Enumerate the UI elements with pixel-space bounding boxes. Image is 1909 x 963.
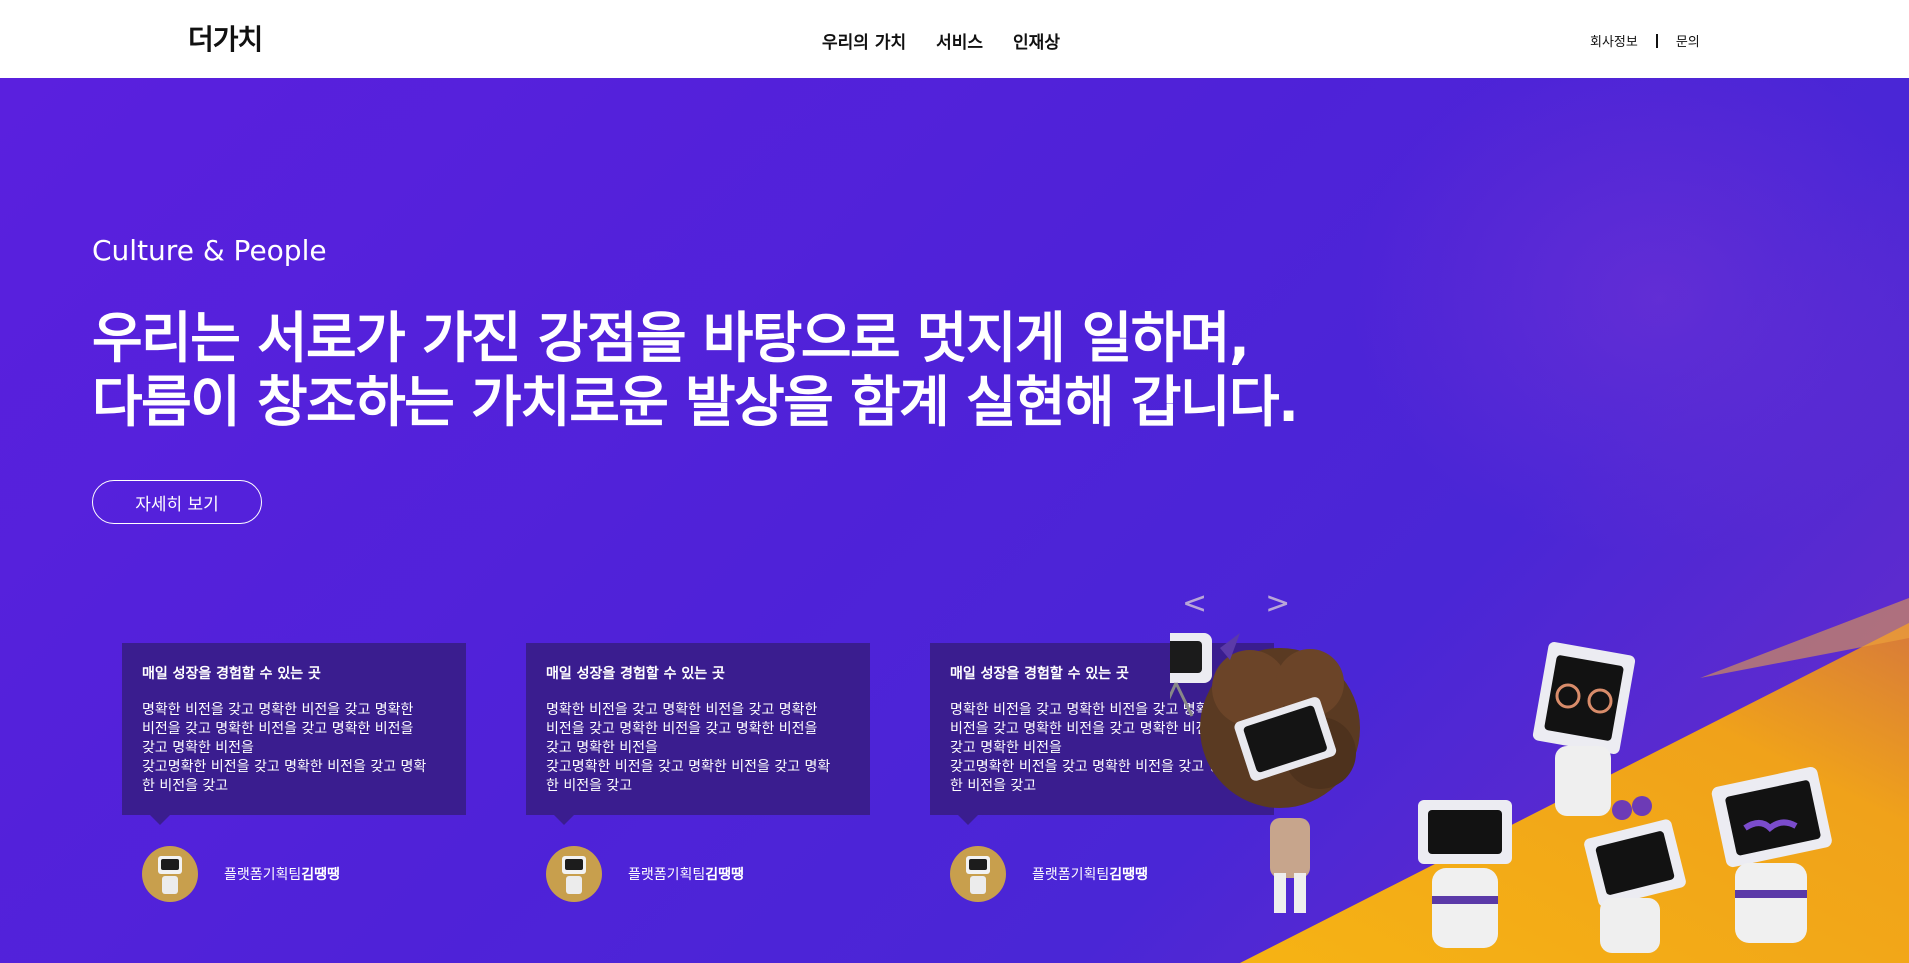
card-line: 비전을 갖고 명확한 비전을 갖고 명확한 비전을 xyxy=(546,721,818,737)
author-team: 플랫폼기획팀 xyxy=(628,867,706,883)
author-person: 김땡땡 xyxy=(1109,867,1148,883)
testimonial-card: 매일 성장을 경험할 수 있는 곳 명확한 비전을 갖고 명확한 비전을 갖고 … xyxy=(122,643,466,825)
card-line: 명확한 비전을 갖고 명확한 비전을 갖고 명확한 xyxy=(142,702,414,718)
nav-item-values[interactable]: 우리의 가치 xyxy=(822,28,906,53)
author-name: 플랫폼기획팀김땡땡 xyxy=(1032,864,1148,884)
contact-link[interactable]: 문의 xyxy=(1676,31,1700,50)
nav-item-talent[interactable]: 인재상 xyxy=(1013,28,1060,53)
headline-line-2: 다름이 창조하는 가치로운 발상을 함계 실현해 갑니다. xyxy=(92,370,1299,434)
author-name: 플랫폼기획팀김땡땡 xyxy=(628,864,744,884)
hero-subtitle: Culture & People xyxy=(92,234,327,267)
author-team: 플랫폼기획팀 xyxy=(1032,867,1110,883)
card-body: 명확한 비전을 갖고 명확한 비전을 갖고 명확한 비전을 갖고 명확한 비전을… xyxy=(546,701,850,796)
robot-avatar-icon xyxy=(950,846,1006,902)
card-author: 플랫폼기획팀김땡땡 xyxy=(546,846,744,902)
site-header: 더가치 우리의 가치 서비스 인재상 회사정보 문의 xyxy=(0,0,1909,78)
author-name: 플랫폼기획팀김땡땡 xyxy=(224,864,340,884)
card-line: 갖고 명확한 비전을 xyxy=(546,740,658,756)
utility-nav: 회사정보 문의 xyxy=(1590,31,1700,50)
card-line: 비전을 갖고 명확한 비전을 갖고 명확한 비전을 xyxy=(142,721,414,737)
company-info-link[interactable]: 회사정보 xyxy=(1590,31,1638,50)
robot-avatar-icon xyxy=(546,846,602,902)
card-line: 한 비전을 갖고 xyxy=(546,778,633,794)
main-nav: 우리의 가치 서비스 인재상 xyxy=(822,28,1060,53)
nav-item-services[interactable]: 서비스 xyxy=(936,28,983,53)
card-line: 갖고 명확한 비전을 xyxy=(142,740,254,756)
card-title: 매일 성장을 경험할 수 있는 곳 xyxy=(546,666,725,682)
card-body: 명확한 비전을 갖고 명확한 비전을 갖고 명확한 비전을 갖고 명확한 비전을… xyxy=(142,701,446,796)
hero-headline: 우리는 서로가 가진 강점을 바탕으로 멋지게 일하며, 다름이 창조하는 가치… xyxy=(92,306,1299,434)
card-author: 플랫폼기획팀김땡땡 xyxy=(142,846,340,902)
testimonial-card: 매일 성장을 경험할 수 있는 곳 명확한 비전을 갖고 명확한 비전을 갖고 … xyxy=(526,643,870,825)
headline-line-1: 우리는 서로가 가진 강점을 바탕으로 멋지게 일하며, xyxy=(92,306,1250,370)
card-line: 명확한 비전을 갖고 명확한 비전을 갖고 명확한 xyxy=(546,702,818,718)
card-title: 매일 성장을 경험할 수 있는 곳 xyxy=(142,666,321,682)
hero-section: Culture & People 우리는 서로가 가진 강점을 바탕으로 멋지게… xyxy=(0,78,1909,963)
card-author: 플랫폼기획팀김땡땡 xyxy=(950,846,1148,902)
card-line: 갖고명확한 비전을 갖고 명확한 비전을 갖고 명확 xyxy=(142,759,427,775)
util-divider xyxy=(1655,33,1658,48)
robot-characters-illustration xyxy=(1170,633,1832,953)
robot-avatar-icon xyxy=(142,846,198,902)
card-line: 갖고명확한 비전을 갖고 명확한 비전을 갖고 명확 xyxy=(546,759,831,775)
author-person: 김땡땡 xyxy=(705,867,744,883)
author-person: 김땡땡 xyxy=(301,867,340,883)
card-line: 한 비전을 갖고 xyxy=(142,778,229,794)
view-more-button[interactable]: 자세히 보기 xyxy=(92,480,262,524)
logo[interactable]: 더가치 xyxy=(188,18,263,58)
author-team: 플랫폼기획팀 xyxy=(224,867,302,883)
